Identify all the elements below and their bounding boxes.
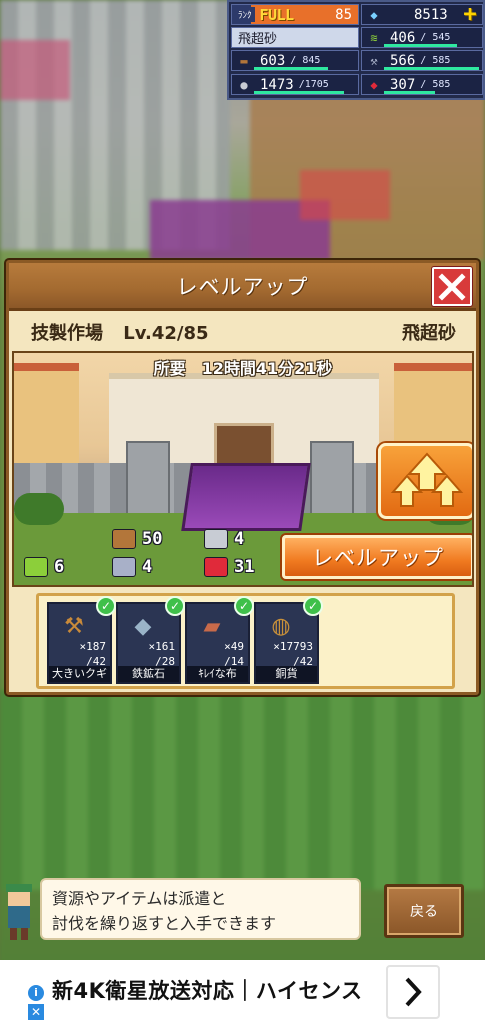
resource-fill-bar [384, 67, 479, 70]
wood-icon: ▬ [240, 53, 248, 68]
close-icon [438, 272, 466, 301]
ruby-icon: ◆ [370, 77, 378, 92]
iron-ore-icon: ◆ [134, 613, 152, 639]
hint-bubble: 資源やアイテムは派遣と 討伐を繰り返すと入手できます [40, 878, 361, 940]
ad-close-icon[interactable]: ✕ [28, 1004, 44, 1020]
facility-name-level: 技製作場 Lv.42/85 [31, 319, 209, 345]
cost-tools: 4 [112, 557, 152, 577]
cost-value: 50 [142, 529, 163, 549]
gem-value: 8513 [414, 6, 448, 23]
cost-silver-coin: 4 [204, 529, 244, 549]
facility-material: 飛超砂 [402, 323, 456, 344]
resource-fill-bar [254, 91, 344, 94]
facility-name: 技製作場 [31, 323, 103, 344]
nail-icon: ⚒ [64, 613, 84, 639]
gem-counter: ◆ 8513 + [361, 4, 483, 26]
ruby-icon [204, 557, 228, 577]
cost-value: 6 [54, 557, 65, 577]
cost-value: 4 [142, 557, 153, 577]
cost-value: 4 [234, 529, 245, 549]
cost-wood: 50 [112, 529, 162, 549]
dialog-title: レベルアップ [176, 274, 309, 299]
diamond-icon: ◆ [370, 7, 378, 22]
copper-coin-icon: ◍ [271, 613, 291, 639]
resource-max: / 845 [290, 55, 321, 66]
rank-panel: ﾗﾝｸ FULL 85 [231, 4, 359, 25]
ad-banner[interactable]: i ✕ 新4K衛星放送対応｜ハイセンス [0, 960, 485, 1024]
silver-coin-icon [204, 529, 228, 549]
hint-text-line1: 資源やアイテムは派遣と [52, 889, 227, 908]
cost-value: 31 [234, 557, 255, 577]
guide-character-avatar [0, 880, 38, 944]
required-item[interactable]: ◍ ×17793/42 銅貨 ✓ [254, 596, 323, 684]
item-name: 鉄鉱石 [118, 666, 179, 682]
resource-ruby: ◆ 307/ 585 [361, 74, 483, 95]
resource-fill-bar [384, 91, 435, 94]
resource-max: /1705 [298, 79, 329, 90]
ad-info-icon[interactable]: i [28, 985, 44, 1001]
resource-fill-bar [384, 44, 457, 47]
time-required: 所要 12時間41分21秒 [153, 359, 333, 378]
resource-hud: ﾗﾝｸ FULL 85 ◆ 8513 + 飛超砂 ≋ 406/ 545 ▬ 603/… [227, 0, 485, 100]
rank-full-status: FULL [259, 5, 295, 24]
ad-text: 新4K衛星放送対応｜ハイセンス [52, 979, 363, 1003]
wood-icon [112, 529, 136, 549]
tools-icon [112, 557, 136, 577]
grass-icon [24, 557, 48, 577]
close-button[interactable] [432, 267, 472, 306]
resource-max: / 585 [420, 79, 451, 90]
facility-info: 技製作場 Lv.42/85 飛超砂 [9, 314, 476, 350]
resource-silver-coin: ● 1473/1705 [231, 74, 359, 95]
required-items-panel: ⚒ ×187/42 大きいクギ ✓ ◆ ×161/28 鉄鉱石 ✓ ▰ ×49/14 ｷﾚｲな布 ✓ ◍… [36, 593, 455, 689]
required-item[interactable]: ▰ ×49/14 ｷﾚｲな布 ✓ [185, 596, 254, 684]
dialog-header: レベルアップ [9, 263, 476, 311]
resource-wood: ▬ 603/ 845 [231, 50, 359, 71]
resource-grass: ≋ 406/ 545 [361, 27, 483, 48]
rank-label: ﾗﾝｸ [235, 7, 255, 22]
levelup-dialog: レベルアップ 技製作場 Lv.42/85 飛超砂 所要 12時間41分21秒 レ… [6, 260, 479, 695]
ad-open-button[interactable] [386, 965, 440, 1019]
check-icon: ✓ [303, 596, 323, 616]
resource-max: / 545 [420, 32, 451, 43]
facility-level: Lv.42/85 [123, 323, 209, 344]
item-name: ｷﾚｲな布 [187, 666, 248, 682]
item-have-count: ×17793 [273, 640, 313, 653]
back-button[interactable]: 戻る [384, 884, 464, 938]
rank-value: 85 [335, 6, 352, 23]
resource-tools: ⚒ 566/ 585 [361, 50, 483, 71]
facility-preview: 所要 12時間41分21秒 レベルアップ 6 50 4 4 31 [12, 351, 474, 587]
required-item[interactable]: ◆ ×161/28 鉄鉱石 ✓ [116, 596, 185, 684]
item-have-count: ×161 [148, 640, 176, 653]
item-have-count: ×49 [224, 640, 244, 653]
item-have-count: ×187 [79, 640, 107, 653]
tools-icon: ⚒ [370, 53, 378, 68]
check-icon: ✓ [96, 596, 116, 616]
chevron-right-icon [405, 977, 422, 1007]
required-item[interactable]: ⚒ ×187/42 大きいクギ ✓ [47, 596, 116, 684]
item-name: 銅貨 [256, 666, 317, 682]
selected-material-label: 飛超砂 [231, 27, 359, 48]
check-icon: ✓ [234, 596, 254, 616]
grass-icon: ≋ [370, 30, 378, 45]
item-name: 大きいクギ [49, 666, 110, 682]
levelup-button[interactable]: レベルアップ [282, 535, 472, 579]
silver-coin-icon: ● [240, 77, 248, 92]
add-gems-button[interactable]: + [460, 4, 480, 26]
workshop-building [181, 463, 311, 531]
cost-grass: 6 [24, 557, 64, 577]
resource-fill-bar [254, 67, 328, 70]
cloth-icon: ▰ [203, 613, 221, 639]
resource-max: / 585 [420, 55, 451, 66]
hint-text-line2: 討伐を繰り返すと入手できます [52, 914, 277, 933]
check-icon: ✓ [165, 596, 185, 616]
cost-ruby: 31 [204, 557, 254, 577]
levelup-arrows-icon [378, 443, 472, 519]
